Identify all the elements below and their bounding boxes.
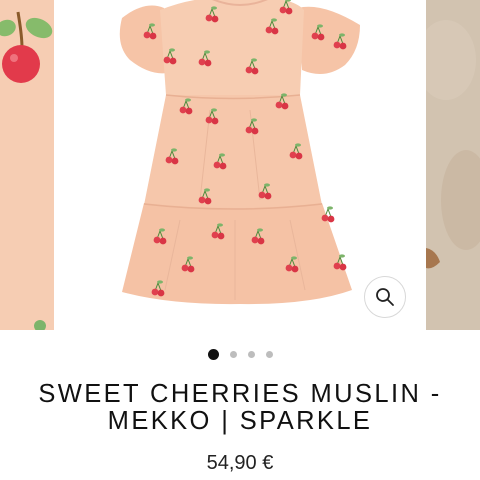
zoom-button[interactable] [364,276,406,318]
product-title-line-1: SWEET CHERRIES MUSLIN - [38,380,442,408]
magnifier-icon [376,288,394,306]
carousel-pagination [0,348,480,360]
main-product-image[interactable] [60,0,420,330]
fabric-pattern-closeup [0,0,54,330]
sand-photo [426,0,480,330]
product-title-line-2: MEKKO | SPARKLE [107,407,373,435]
pagination-dot-3[interactable] [247,350,255,358]
product-image-carousel[interactable] [0,0,480,330]
next-slide-preview[interactable] [426,0,480,330]
cherry-dress-image [119,0,360,305]
previous-slide-preview[interactable] [0,0,54,330]
pagination-dot-4[interactable] [265,350,273,358]
product-price: 54,90 € [206,452,274,474]
product-title: SWEET CHERRIES MUSLIN - MEKKO | SPARKLE [20,381,460,435]
pagination-dot-2[interactable] [229,350,237,358]
pagination-dot-1[interactable] [207,348,219,360]
